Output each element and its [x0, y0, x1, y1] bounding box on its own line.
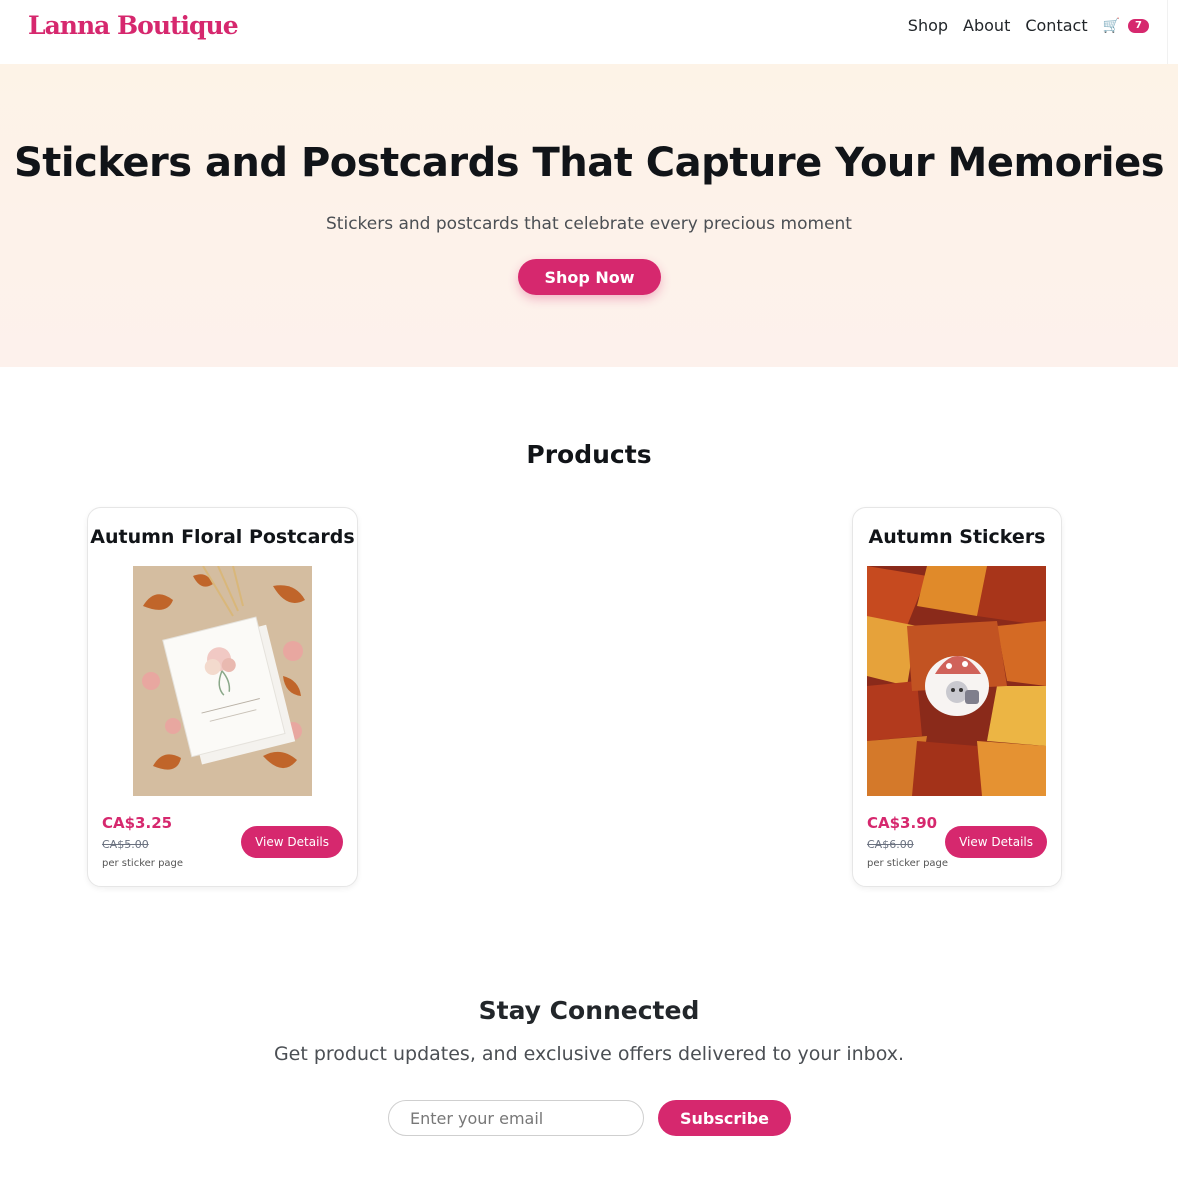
cart-button[interactable]: 🛒 7	[1103, 18, 1149, 34]
newsletter-title: Stay Connected	[478, 996, 700, 1025]
view-details-button[interactable]: View Details	[945, 826, 1047, 858]
hero-title: Stickers and Postcards That Capture Your…	[13, 140, 1165, 186]
product-image[interactable]	[867, 566, 1046, 796]
hero-subtitle: Stickers and postcards that celebrate ev…	[326, 214, 852, 234]
hero-section: Stickers and Postcards That Capture Your…	[0, 64, 1178, 367]
nav-item-about[interactable]: About	[963, 16, 1010, 35]
nav-item-contact[interactable]: Contact	[1025, 16, 1087, 35]
newsletter-subtitle: Get product updates, and exclusive offer…	[273, 1043, 905, 1065]
email-input[interactable]	[388, 1100, 644, 1136]
product-old-price: CA$6.00	[867, 838, 914, 851]
nav-item-shop[interactable]: Shop	[908, 16, 948, 35]
view-details-button[interactable]: View Details	[241, 826, 343, 858]
product-card: Autumn Floral Postcards CA$3.25 CA$5.00 …	[87, 507, 358, 887]
product-unit: per sticker page	[867, 858, 949, 869]
cart-count-badge: 7	[1128, 18, 1149, 33]
stickers-photo	[867, 566, 1046, 796]
site-header: Lanna Boutique Shop About Contact 🛒 7	[14, 0, 1168, 64]
product-price: CA$3.25	[102, 814, 173, 832]
cart-icon: 🛒	[1102, 17, 1121, 34]
product-title: Autumn Stickers	[868, 526, 1046, 548]
postcards-photo	[133, 566, 312, 796]
product-old-price: CA$5.00	[102, 838, 149, 851]
product-unit: per sticker page	[102, 858, 184, 869]
product-card: Autumn Stickers CA$3.90 CA$6.00 per stic…	[852, 507, 1062, 887]
main-nav: Shop About Contact 🛒 7	[908, 16, 1149, 35]
subscribe-button[interactable]: Subscribe	[658, 1100, 791, 1136]
product-price: CA$3.90	[867, 814, 938, 832]
shop-now-button[interactable]: Shop Now	[518, 259, 661, 295]
brand-logo[interactable]: Lanna Boutique	[28, 11, 239, 40]
product-image[interactable]	[133, 566, 312, 796]
product-title: Autumn Floral Postcards	[90, 526, 355, 548]
products-title: Products	[526, 440, 652, 469]
